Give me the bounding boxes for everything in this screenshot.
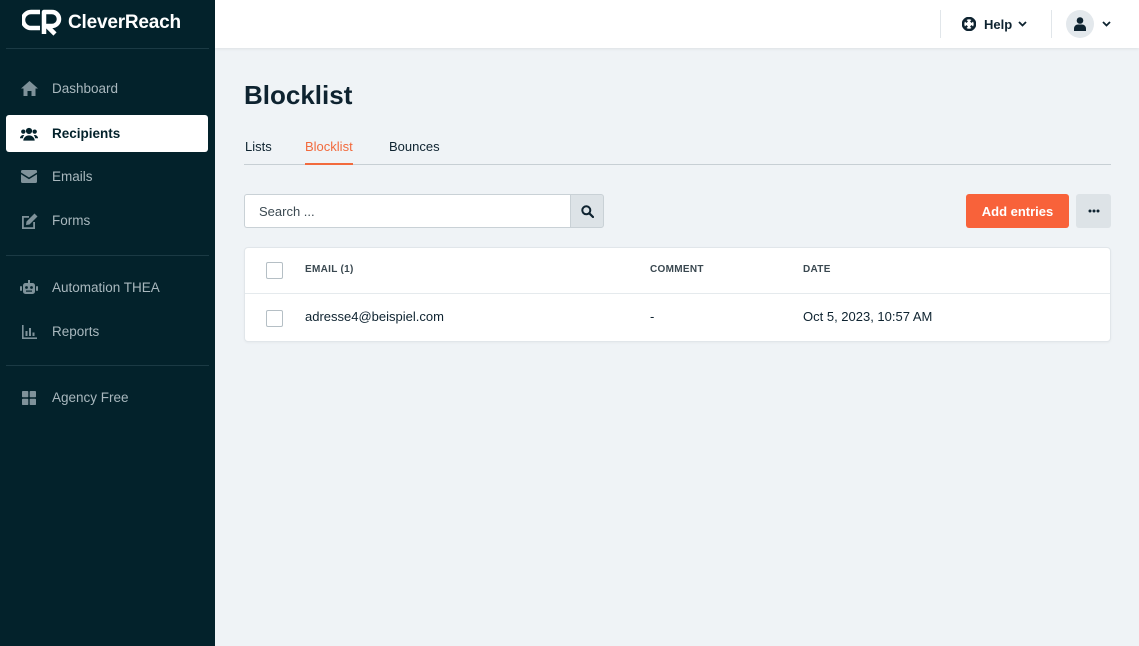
email-cell: adresse4@beispiel.com: [305, 309, 444, 324]
envelope-icon: [20, 168, 38, 186]
tab-bounces[interactable]: Bounces: [389, 136, 440, 165]
sidebar-item-label: Forms: [52, 213, 91, 228]
table-header: EMAIL (1) COMMENT DATE: [245, 248, 1110, 294]
grid-icon: [20, 389, 38, 407]
more-options-button[interactable]: [1076, 194, 1111, 228]
lifebuoy-icon: [962, 17, 976, 31]
logo-mark-icon: [22, 9, 62, 36]
logo-text: CleverReach: [68, 12, 181, 33]
add-entries-button[interactable]: Add entries: [966, 194, 1069, 228]
sidebar-divider: [6, 365, 209, 366]
sidebar-divider: [6, 255, 209, 256]
sidebar-item-label: Emails: [52, 169, 93, 184]
tab-blocklist[interactable]: Blocklist: [305, 136, 353, 165]
home-icon: [20, 80, 38, 98]
avatar: [1066, 10, 1094, 38]
sidebar-item-agency-free[interactable]: Agency Free: [6, 379, 208, 416]
bar-chart-icon: [20, 323, 38, 341]
row-checkbox[interactable]: [266, 310, 283, 327]
sidebar-item-label: Dashboard: [52, 81, 119, 96]
users-icon: [20, 125, 38, 143]
chevron-down-icon: [1018, 21, 1027, 27]
sidebar-item-label: Recipients: [52, 126, 121, 141]
table-row[interactable]: adresse4@beispiel.com - Oct 5, 2023, 10:…: [245, 294, 1110, 341]
column-header-date[interactable]: DATE: [803, 264, 831, 275]
comment-cell: -: [650, 309, 655, 324]
search-icon: [580, 204, 594, 218]
user-menu-button[interactable]: [1066, 9, 1111, 39]
tab-bar: Lists Blocklist Bounces: [244, 136, 1111, 165]
edit-icon: [20, 212, 38, 230]
robot-icon: [20, 279, 38, 297]
select-all-checkbox[interactable]: [266, 262, 283, 279]
column-header-email[interactable]: EMAIL (1): [305, 264, 354, 275]
sidebar-item-automation-thea[interactable]: Automation THEA: [6, 269, 208, 306]
top-bar: Help: [215, 0, 1139, 48]
blocklist-table: EMAIL (1) COMMENT DATE adresse4@beispiel…: [244, 247, 1111, 342]
sidebar-divider: [6, 48, 209, 49]
search-button[interactable]: [570, 194, 604, 228]
sidebar-item-recipients[interactable]: Recipients: [6, 115, 208, 152]
topbar-divider: [1051, 10, 1052, 38]
sidebar-item-label: Automation THEA: [52, 280, 160, 295]
sidebar-item-label: Agency Free: [52, 390, 129, 405]
date-cell: Oct 5, 2023, 10:57 AM: [803, 309, 933, 324]
column-header-comment[interactable]: COMMENT: [650, 264, 704, 275]
user-icon: [1074, 17, 1086, 31]
sidebar-item-reports[interactable]: Reports: [6, 313, 208, 350]
page-title: Blocklist: [244, 80, 353, 110]
search-box: [244, 194, 604, 228]
sidebar-item-label: Reports: [52, 324, 100, 339]
cleverreach-logo[interactable]: CleverReach: [22, 9, 181, 37]
help-menu-button[interactable]: Help: [962, 12, 1027, 36]
help-label: Help: [984, 16, 1013, 32]
sidebar-item-forms[interactable]: Forms: [6, 202, 208, 239]
chevron-down-icon: [1102, 21, 1111, 27]
search-input[interactable]: [244, 194, 570, 228]
tab-lists[interactable]: Lists: [245, 136, 272, 165]
sidebar: CleverReach Dashboard Recipients Emails …: [0, 0, 215, 646]
sidebar-item-dashboard[interactable]: Dashboard: [6, 70, 208, 107]
topbar-divider: [940, 10, 941, 38]
ellipsis-icon: [1088, 209, 1099, 213]
sidebar-item-emails[interactable]: Emails: [6, 158, 208, 195]
